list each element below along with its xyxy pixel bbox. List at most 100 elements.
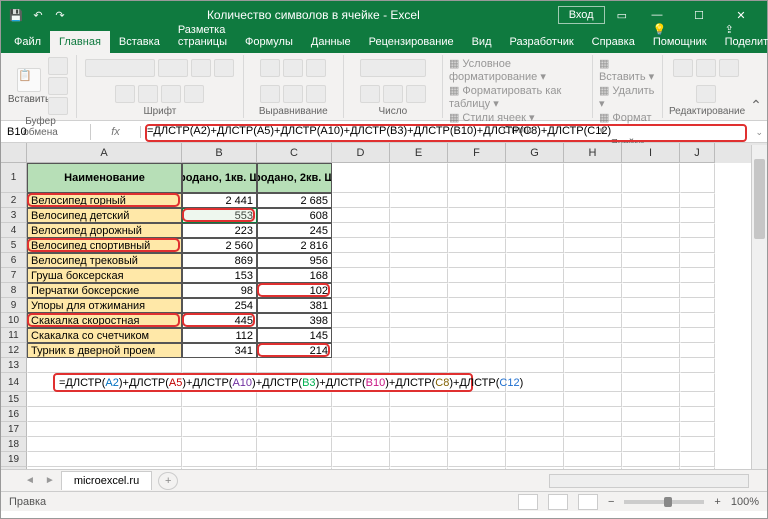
cell[interactable]	[564, 283, 622, 298]
cell[interactable]	[506, 268, 564, 283]
sheet-tab[interactable]: microexcel.ru	[61, 471, 152, 490]
cell[interactable]	[564, 467, 622, 469]
cell[interactable]	[390, 328, 448, 343]
cell[interactable]: 2 685	[257, 193, 332, 208]
cell[interactable]	[390, 298, 448, 313]
undo-icon[interactable]: ↶	[29, 6, 47, 24]
cell[interactable]	[680, 422, 715, 437]
col-header[interactable]: J	[680, 143, 715, 163]
row-header[interactable]: 11	[1, 328, 27, 343]
cell[interactable]	[257, 467, 332, 469]
cell[interactable]	[506, 223, 564, 238]
row-header[interactable]: 16	[1, 407, 27, 422]
cell[interactable]	[680, 253, 715, 268]
cell[interactable]	[680, 452, 715, 467]
cell[interactable]	[448, 193, 506, 208]
name-box[interactable]: B10	[1, 124, 91, 140]
cell[interactable]	[680, 328, 715, 343]
cell[interactable]	[332, 407, 390, 422]
cell[interactable]	[448, 298, 506, 313]
row-header[interactable]: 17	[1, 422, 27, 437]
row-header[interactable]: 18	[1, 437, 27, 452]
cell[interactable]	[390, 358, 448, 373]
cell[interactable]	[622, 452, 680, 467]
cell[interactable]	[257, 358, 332, 373]
cell[interactable]	[390, 253, 448, 268]
cell[interactable]	[448, 328, 506, 343]
cell[interactable]	[680, 298, 715, 313]
cell[interactable]	[506, 343, 564, 358]
cell[interactable]: 398	[257, 313, 332, 328]
cell[interactable]	[448, 343, 506, 358]
cell[interactable]	[390, 163, 448, 193]
row-header[interactable]: 7	[1, 268, 27, 283]
conditional-formatting[interactable]: ▦ Условное форматирование ▾	[449, 57, 586, 83]
cell[interactable]	[506, 313, 564, 328]
cell[interactable]	[390, 223, 448, 238]
cell[interactable]	[506, 407, 564, 422]
cell[interactable]	[27, 467, 182, 469]
cell[interactable]: Упоры для отжимания	[27, 298, 182, 313]
cell[interactable]	[622, 223, 680, 238]
cell[interactable]: 553	[182, 208, 257, 223]
zoom-minus[interactable]: −	[608, 496, 614, 508]
cell[interactable]	[564, 392, 622, 407]
cell[interactable]	[680, 407, 715, 422]
cell[interactable]	[27, 437, 182, 452]
align-controls[interactable]	[250, 57, 337, 105]
zoom-plus[interactable]: +	[714, 496, 720, 508]
cell[interactable]: 112	[182, 328, 257, 343]
col-header[interactable]: C	[257, 143, 332, 163]
row-header[interactable]: 1	[1, 163, 27, 193]
cell[interactable]: 223	[182, 223, 257, 238]
cell[interactable]	[332, 358, 390, 373]
editing-controls[interactable]	[669, 57, 743, 105]
cell[interactable]	[564, 358, 622, 373]
vertical-scrollbar[interactable]	[751, 145, 767, 469]
cell[interactable]	[448, 283, 506, 298]
cell[interactable]	[680, 392, 715, 407]
cell[interactable]	[622, 358, 680, 373]
cell[interactable]	[390, 268, 448, 283]
cell[interactable]: 869	[182, 253, 257, 268]
format-painter-button[interactable]	[48, 97, 68, 115]
cell[interactable]	[332, 467, 390, 469]
cell[interactable]	[332, 328, 390, 343]
cell[interactable]	[680, 238, 715, 253]
sheet-nav-prev[interactable]: ◄	[21, 475, 39, 486]
view-break[interactable]	[578, 494, 598, 510]
cell[interactable]	[448, 223, 506, 238]
cell[interactable]: 102	[257, 283, 332, 298]
zoom-slider[interactable]	[624, 500, 704, 504]
cell[interactable]	[622, 163, 680, 193]
cell[interactable]	[506, 392, 564, 407]
cell[interactable]: Груша боксерская	[27, 268, 182, 283]
cell[interactable]	[622, 467, 680, 469]
col-header[interactable]: D	[332, 143, 390, 163]
cell[interactable]	[182, 407, 257, 422]
cell[interactable]: 2 441	[182, 193, 257, 208]
cell[interactable]	[182, 392, 257, 407]
formula-inline[interactable]: =ДЛСТР(A2)+ДЛСТР(A5)+ДЛСТР(A10)+ДЛСТР(B3…	[53, 373, 473, 392]
cell[interactable]	[506, 467, 564, 469]
cell[interactable]	[390, 343, 448, 358]
cell[interactable]	[332, 392, 390, 407]
cell[interactable]	[680, 313, 715, 328]
cell[interactable]	[390, 452, 448, 467]
cell[interactable]	[506, 163, 564, 193]
cell[interactable]	[506, 328, 564, 343]
cell[interactable]: 254	[182, 298, 257, 313]
cell[interactable]	[680, 358, 715, 373]
cell[interactable]: 2 560	[182, 238, 257, 253]
cell[interactable]	[332, 238, 390, 253]
cell[interactable]: Велосипед детский	[27, 208, 182, 223]
cell[interactable]: Велосипед дорожный	[27, 223, 182, 238]
cell[interactable]	[564, 343, 622, 358]
cell[interactable]	[622, 283, 680, 298]
tab-home[interactable]: Главная	[50, 31, 110, 53]
cell[interactable]	[506, 193, 564, 208]
select-all-corner[interactable]	[1, 143, 27, 163]
cell[interactable]: 956	[257, 253, 332, 268]
cell[interactable]: Перчатки боксерские	[27, 283, 182, 298]
cell[interactable]	[506, 422, 564, 437]
